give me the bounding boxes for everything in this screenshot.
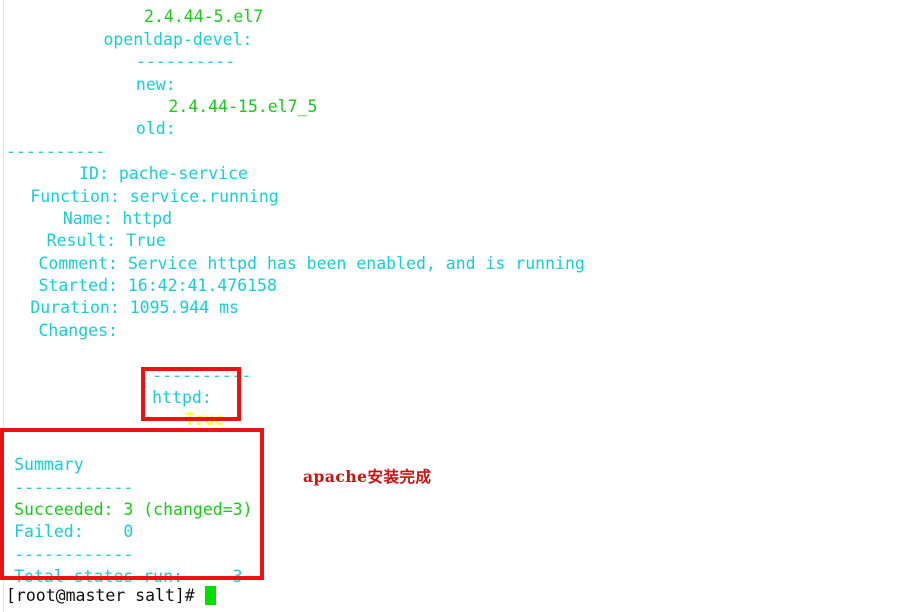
terminal-line: Succeeded: 3 (changed=3) bbox=[0, 499, 923, 521]
terminal-line-text: ---------- bbox=[135, 52, 236, 72]
terminal-line-text: Changes: bbox=[38, 320, 118, 340]
terminal-line: Changes: bbox=[0, 320, 923, 342]
terminal-line-text: old: bbox=[135, 119, 176, 139]
terminal-line-text: Function: service.running bbox=[30, 186, 279, 206]
terminal-line-text: ---------- bbox=[6, 141, 106, 161]
terminal-line: ---------- bbox=[0, 141, 923, 163]
terminal-line: openldap-devel: bbox=[0, 29, 923, 51]
terminal-line: Result: True bbox=[0, 230, 923, 252]
terminal-line: ---------- bbox=[0, 365, 923, 387]
terminal-line-text: Started: 16:42:41.476158 bbox=[38, 276, 277, 296]
terminal-line: Started: 16:42:41.476158 bbox=[0, 275, 923, 297]
terminal-line-text: Duration: 1095.944 ms bbox=[30, 298, 239, 318]
terminal-line: ------------ bbox=[0, 544, 923, 566]
terminal-line: ---------- bbox=[0, 51, 923, 73]
terminal-line-text: Comment: Service httpd has been enabled,… bbox=[38, 253, 585, 273]
terminal-line-text: httpd: bbox=[152, 388, 212, 408]
prompt-text: [root@master salt]# bbox=[6, 586, 205, 605]
terminal-line-text: True bbox=[184, 410, 225, 430]
terminal-line: Summary bbox=[0, 454, 923, 476]
terminal-line: Function: service.running bbox=[0, 186, 923, 208]
apache-note-label: apache安装完成 bbox=[303, 467, 432, 486]
shell-prompt-line[interactable]: [root@master salt]# bbox=[0, 583, 923, 612]
terminal-line: httpd: bbox=[0, 387, 923, 409]
terminal-line: ID: pache-service bbox=[0, 163, 923, 185]
terminal-line: old: bbox=[0, 118, 923, 140]
terminal-line: new: bbox=[0, 74, 923, 96]
terminal-line: ------------ bbox=[0, 477, 923, 499]
terminal-line-text: Name: httpd bbox=[62, 208, 173, 228]
terminal-line-text: Result: True bbox=[46, 231, 166, 251]
terminal-line: Comment: Service httpd has been enabled,… bbox=[0, 253, 923, 275]
terminal-line-text: ------------ bbox=[14, 477, 134, 497]
terminal-line-text: Summary bbox=[14, 455, 84, 475]
terminal-line: 2.4.44-5.el7 bbox=[0, 6, 923, 28]
terminal-line-text: new: bbox=[135, 74, 176, 94]
terminal-line-text: ------------ bbox=[14, 544, 134, 564]
terminal-line-text: 2.4.44-5.el7 bbox=[144, 7, 264, 27]
terminal-line-text: old: bbox=[120, 0, 160, 4]
terminal-line-text: ID: pache-service bbox=[79, 164, 248, 184]
terminal-window[interactable]: old: 2.4.44-5.el7openldap-devel: ---------… bbox=[0, 0, 923, 612]
text-cursor bbox=[204, 586, 216, 605]
terminal-output: old: 2.4.44-5.el7openldap-devel: ---------… bbox=[0, 0, 923, 589]
terminal-line-text: ---------- bbox=[152, 365, 252, 385]
terminal-line-text: Succeeded: 3 (changed=3) bbox=[14, 499, 253, 519]
terminal-line: 2.4.44-15.el7_5 bbox=[0, 96, 923, 118]
terminal-line: True bbox=[0, 409, 923, 431]
terminal-line-text: Failed: 0 bbox=[14, 522, 134, 542]
terminal-line: Failed: 0 bbox=[0, 521, 923, 543]
terminal-line-text: 2.4.44-15.el7_5 bbox=[168, 96, 318, 116]
terminal-line-text: openldap-devel: bbox=[103, 29, 253, 49]
terminal-line: Duration: 1095.944 ms bbox=[0, 297, 923, 319]
terminal-line: Name: httpd bbox=[0, 208, 923, 230]
